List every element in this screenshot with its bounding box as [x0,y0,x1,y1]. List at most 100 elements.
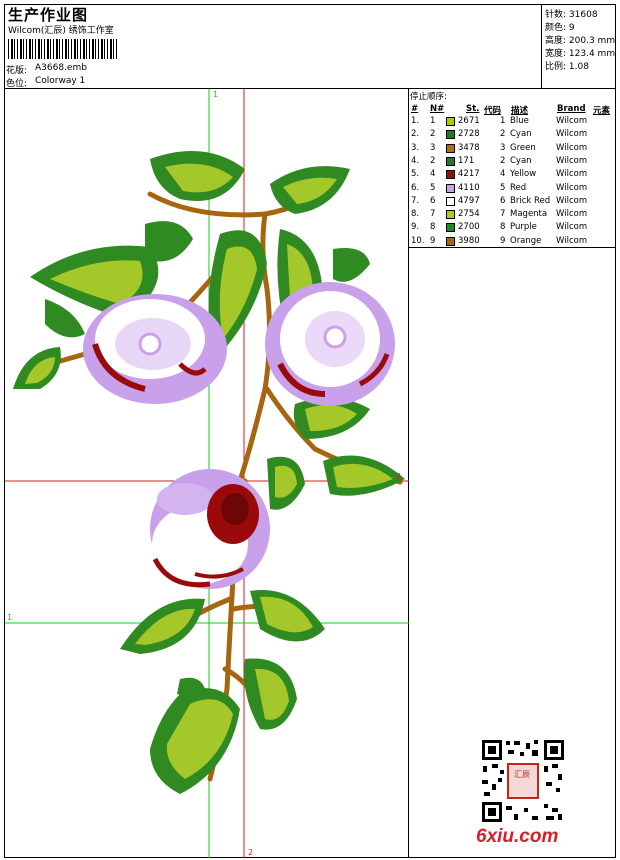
row-index: 8. [411,209,420,220]
row-index: 2. [411,129,420,140]
row-index: 10. [411,235,425,246]
row-needle: 6 [430,195,436,206]
row-description: Yellow [510,169,537,180]
row-index: 5. [411,169,420,180]
row-index: 7. [411,195,420,206]
color-swatch [446,196,455,206]
row-code: 6 [500,195,506,206]
pattern-value: A3668.emb [35,63,87,73]
row-code: 5 [500,182,506,193]
row-description: Cyan [510,155,532,166]
color-swatch [446,210,455,220]
col-description: 描述 [511,106,529,116]
color-swatch [446,183,455,193]
row-brand: Wilcom [556,142,588,153]
table-row: 5. 4 4217 4 Yellow Wilcom [410,169,615,182]
color-swatch [446,130,455,140]
table-row: 6. 5 4110 5 Red Wilcom [410,183,615,196]
table-row: 8. 7 2754 7 Magenta Wilcom [410,209,615,222]
seal-text: 汇辰 [514,770,530,779]
row-stitches: 4217 [458,169,480,180]
barcode [8,39,118,59]
table-row: 2. 2 2728 2 Cyan Wilcom [410,129,615,142]
row-index: 1. [411,116,420,126]
embroidery-design: 1 1 2 2 [5,89,409,858]
stats-divider [541,4,542,88]
row-stitches: 3980 [458,235,480,246]
row-description: Brick Red [510,195,551,206]
guide-label-top: 1 [213,90,218,99]
row-brand: Wilcom [556,235,588,246]
stitch-count: 针数: 31608 [545,10,598,20]
row-code: 9 [500,235,506,246]
qr-code [480,738,566,824]
row-stitches: 171 [458,155,475,166]
row-brand: Wilcom [556,155,588,166]
leaf [333,248,370,282]
row-stitches: 4110 [458,182,480,193]
row-description: Purple [510,222,537,233]
row-needle: 5 [430,182,436,193]
row-code: 2 [500,129,506,140]
col-stitches: St. [466,104,480,114]
color-swatch [446,117,455,126]
table-row: 7. 6 4797 6 Brick Red Wilcom [410,196,615,209]
row-needle: 2 [430,129,436,140]
watermark-brand: 6xiu.com [476,826,559,847]
row-index: 9. [411,222,420,233]
color-count: 颜色: 9 [545,23,575,33]
guide-label-left: 1 [7,613,12,622]
table-row: 9. 8 2700 8 Purple Wilcom [410,222,615,235]
row-brand: Wilcom [556,116,588,126]
row-code: 2 [500,155,506,166]
row-description: Red [510,182,527,193]
guide-label-bottom: 2 [248,848,253,857]
row-needle: 7 [430,209,436,220]
color-swatch [446,156,455,166]
design-scale: 比例: 1.08 [545,62,589,72]
row-stitches: 3478 [458,142,480,153]
table-row: 1. 1 2671 1 Blue Wilcom [410,116,615,129]
row-stitches: 2754 [458,209,480,220]
row-needle: 4 [430,169,436,180]
leaf [45,299,85,338]
row-brand: Wilcom [556,195,588,206]
colorway-value: Colorway 1 [35,76,86,86]
row-needle: 3 [430,142,436,153]
row-code: 8 [500,222,506,233]
row-description: Blue [510,116,529,126]
color-swatch [446,170,455,180]
row-brand: Wilcom [556,222,588,233]
row-description: Magenta [510,209,548,220]
table-bottom-line [408,247,616,248]
row-brand: Wilcom [556,129,588,140]
table-row: 3. 3 3478 3 Green Wilcom [410,143,615,156]
row-brand: Wilcom [556,169,588,180]
row-brand: Wilcom [556,209,588,220]
pattern-label: 花版: [6,66,28,76]
row-description: Green [510,142,536,153]
row-index: 3. [411,142,420,153]
row-code: 1 [500,116,506,126]
page-title: 生产作业图 [8,6,89,24]
row-stitches: 4797 [458,195,480,206]
row-code: 7 [500,209,506,220]
row-code: 3 [500,142,506,153]
col-code: 代码 [484,106,502,116]
design-height: 高度: 200.3 mm [545,36,616,46]
row-needle: 8 [430,222,436,233]
table-row: 4. 2 171 2 Cyan Wilcom [410,156,615,169]
sequence-title: 停止顺序: [410,92,447,102]
studio-name: Wilcom(汇辰) 绣饰工作室 [8,26,114,36]
row-code: 4 [500,169,506,180]
row-brand: Wilcom [556,182,588,193]
color-swatch [446,143,455,153]
col-index: # [411,104,419,114]
row-needle: 2 [430,155,436,166]
row-stitches: 2700 [458,222,480,233]
col-needle: N# [430,104,445,114]
col-element: 元素 [593,106,611,116]
col-brand: Brand [557,104,586,114]
row-description: Orange [510,235,542,246]
row-stitches: 2728 [458,129,480,140]
